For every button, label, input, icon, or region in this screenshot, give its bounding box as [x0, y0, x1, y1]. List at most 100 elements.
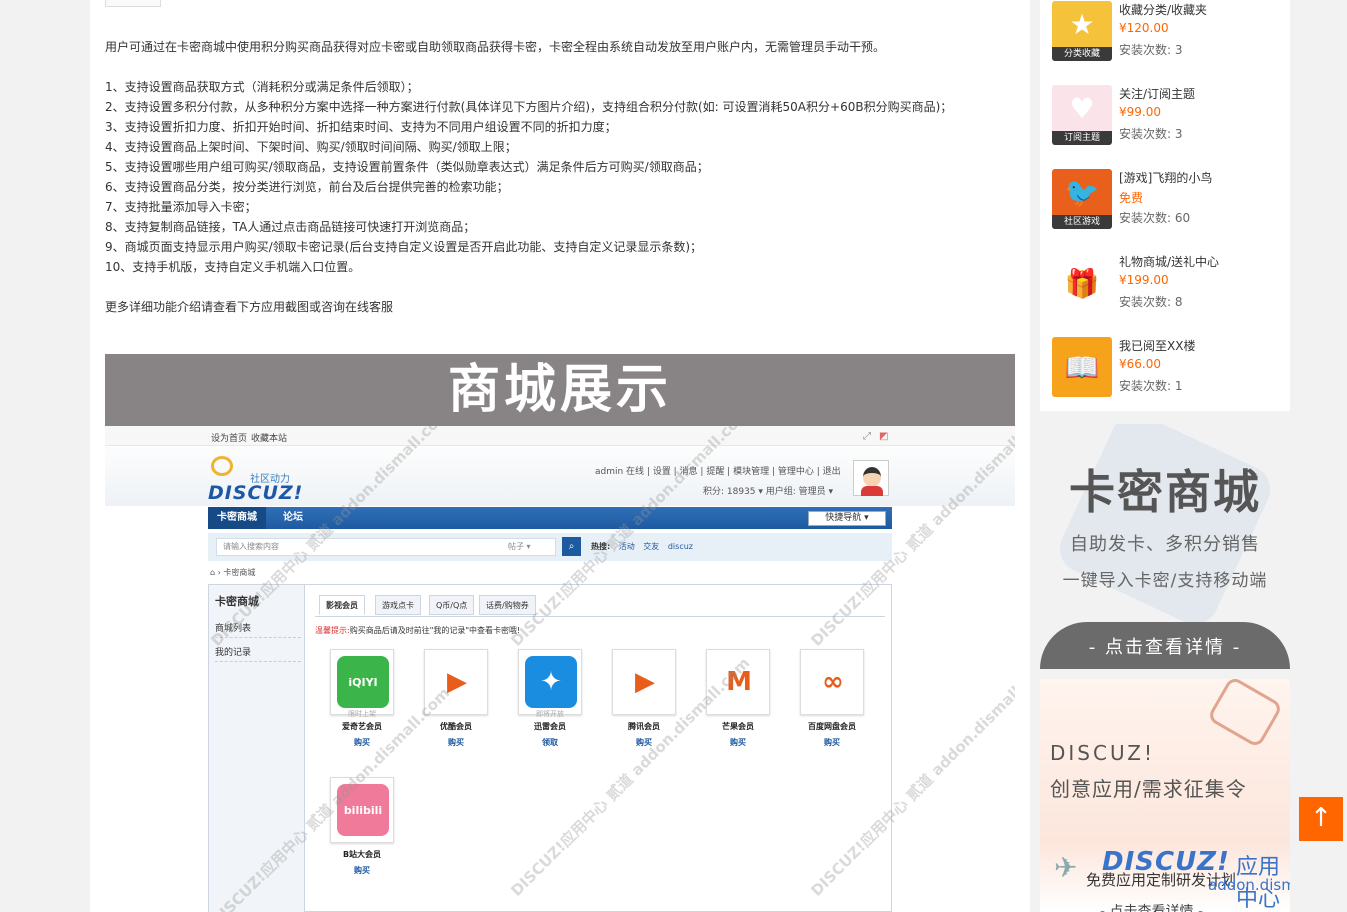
tab-video[interactable]: 影视会员	[319, 595, 365, 615]
feature-item: 7、支持批量添加导入卡密；	[105, 200, 257, 214]
nav-tab-shop[interactable]: 卡密商城	[208, 507, 266, 529]
ad-title: 卡密商城	[1069, 465, 1261, 519]
app-icon[interactable]: 🎁	[1052, 253, 1112, 313]
search-input[interactable]: 请输入搜索内容	[216, 538, 556, 556]
app-install-count: 安装次数: 8	[1119, 295, 1183, 309]
app-name[interactable]: 我已阅至XX楼	[1119, 337, 1195, 354]
app-install-count: 安装次数: 3	[1119, 43, 1183, 57]
expand-icon[interactable]: ⤢	[863, 431, 871, 442]
breadcrumb[interactable]: ⌂ › 卡密商城	[210, 567, 255, 578]
app-list-item[interactable]: 🎁 礼物商城/送礼中心 ¥199.00 安装次数: 8	[1052, 253, 1282, 315]
feature-item: 5、支持设置哪些用户组可购买/领取商品，支持设置前置条件（类似勋章表达式）满足条…	[105, 160, 709, 174]
user-bar[interactable]: admin 在线 | 设置 | 消息 | 提醒 | 模块管理 | 管理中心 | …	[595, 464, 841, 477]
shop-tip: 温馨提示:购买商品后请及时前往"我的记录"中查看卡密哦!	[315, 625, 520, 636]
app-glyph: 🐦	[1064, 175, 1100, 209]
product-icon[interactable]: ∞	[800, 649, 864, 715]
set-homepage-link[interactable]: 设为首页	[211, 431, 247, 444]
kami-shop-ad[interactable]: 卡密商城 自助发卡、多积分销售 一键导入卡密/支持移动端 - 点击查看详情 -	[1040, 424, 1290, 669]
app-name[interactable]: 关注/订阅主题	[1119, 85, 1195, 102]
product-name: 百度网盘会员	[808, 722, 856, 731]
shop-screenshot: 设为首页 收藏本站 ⤢ ◩ 社区动力 DISCUZ! admin 在线 | 设置…	[105, 426, 1015, 912]
ad-line2: 一键导入卡密/支持移动端	[1062, 571, 1268, 591]
product-action-link[interactable]: 购买	[327, 865, 397, 876]
ad-details-button[interactable]: - 点击查看详情 -	[1040, 622, 1290, 669]
app-icon[interactable]: 🐦 社区游戏	[1052, 169, 1112, 229]
feature-item: 6、支持设置商品分类，按分类进行浏览，前台及后台提供完善的检索功能；	[105, 180, 509, 194]
app-list-item[interactable]: ★ 分类收藏 收藏分类/收藏夹 ¥120.00 安装次数: 3	[1052, 1, 1282, 63]
discuz-logo[interactable]: 社区动力 DISCUZ!	[208, 452, 308, 504]
app-glyph: ♥	[1069, 91, 1095, 125]
tab-phone[interactable]: 话费/购物券	[479, 595, 536, 615]
app-name[interactable]: [游戏]飞翔的小鸟	[1119, 169, 1212, 186]
app-icon[interactable]: ♥ 订阅主题	[1052, 85, 1112, 145]
main-nav: 卡密商城 论坛 快捷导航 ▾	[208, 507, 892, 529]
discuz-ad[interactable]: DISCUZ! 创意应用/需求征集令 ✈ DISCUZ! 应用中心 免费应用定制…	[1040, 679, 1290, 912]
app-caption: 社区游戏	[1052, 215, 1112, 229]
search-button[interactable]: ⌕	[562, 537, 581, 556]
logo-word: DISCUZ!	[208, 482, 304, 504]
product-logo: iQIYI	[337, 656, 389, 708]
product-name: B站大会员	[342, 850, 382, 859]
tab-game[interactable]: 游戏点卡	[375, 595, 421, 615]
tab-qcoin[interactable]: Q币/Q点	[429, 595, 475, 615]
product-logo: ∞	[807, 656, 859, 708]
app-icon[interactable]: ★ 分类收藏	[1052, 1, 1112, 61]
tip-text: 购买商品后请及时前往"我的记录"中查看卡密哦!	[349, 626, 521, 635]
feature-item: 2、支持设置多积分付款，从多种积分方案中选择一种方案进行付款(具体详见下方图片介…	[105, 100, 953, 114]
product-icon[interactable]: iQIYI	[330, 649, 394, 715]
more-info-text: 更多详细功能介绍请查看下方应用截图或咨询在线客服	[105, 300, 394, 314]
feature-item: 4、支持设置商品上架时间、下架时间、购买/领取时间间隔、购买/领取上限；	[105, 140, 517, 154]
avatar[interactable]	[853, 460, 889, 496]
nav-tab-forum[interactable]: 论坛	[274, 507, 312, 529]
feature-item: 10、支持手机版，支持自定义手机端入口位置。	[105, 260, 361, 274]
screenshot-top-strip: 设为首页 收藏本站 ⤢ ◩	[105, 426, 1015, 446]
product-name: 爱奇艺会员	[342, 722, 382, 731]
intro-text: 用户可通过在卡密商城中使用积分购买商品获得对应卡密或自助领取商品获得卡密，卡密全…	[105, 40, 886, 54]
showcase-banner: 商城展示	[105, 354, 1015, 426]
product-note: 即将开放	[536, 710, 564, 718]
paper-plane-icon: ✈	[1054, 851, 1078, 884]
bookmark-link[interactable]: 收藏本站	[251, 431, 287, 444]
app-glyph: ★	[1069, 7, 1095, 41]
ad-more-button[interactable]: - 点击查看详情 -	[1100, 901, 1203, 912]
product-action-link[interactable]: 购买	[703, 737, 773, 748]
tip-label: 温馨提示:	[315, 626, 350, 635]
product-card[interactable]: ✦ 即将开放迅雷会员领取	[515, 649, 585, 759]
search-type-select[interactable]: 帖子 ▾	[508, 541, 531, 552]
ad-url: addon.dismall.com	[1208, 876, 1290, 894]
feature-item: 3、支持设置折扣力度、折扣开始时间、折扣结束时间、支持为不同用户组设置不同的折扣…	[105, 120, 617, 134]
product-logo: ▶	[619, 656, 671, 708]
sidebar-item-records[interactable]: 我的记录	[215, 645, 301, 662]
product-card[interactable]: ∞ 百度网盘会员购买	[797, 649, 867, 759]
feature-item: 1、支持设置商品获取方式（消耗积分或满足条件后领取）；	[105, 80, 419, 94]
product-name: 迅雷会员	[534, 722, 566, 731]
product-icon[interactable]: ✦	[518, 649, 582, 715]
hot-search-link[interactable]: discuz	[668, 542, 693, 551]
product-note: 限时上架	[348, 710, 376, 718]
top-tab-stub	[105, 0, 161, 7]
feature-item: 8、支持复制商品链接，TA人通过点击商品链接可快速打开浏览商品；	[105, 220, 476, 234]
app-install-count: 安装次数: 3	[1119, 127, 1183, 141]
back-to-top-button[interactable]: ↑	[1299, 797, 1343, 841]
style-icon[interactable]: ◩	[879, 431, 888, 442]
app-name[interactable]: 礼物商城/送礼中心	[1119, 253, 1219, 270]
product-action-link[interactable]: 购买	[421, 737, 491, 748]
app-list-item[interactable]: 📖 我已阅至XX楼 ¥66.00 安装次数: 1	[1052, 337, 1282, 399]
product-icon[interactable]: ▶	[612, 649, 676, 715]
app-name[interactable]: 收藏分类/收藏夹	[1119, 1, 1207, 18]
product-name: 优酷会员	[440, 722, 472, 731]
app-install-count: 安装次数: 1	[1119, 379, 1183, 393]
app-list-item[interactable]: ♥ 订阅主题 关注/订阅主题 ¥99.00 安装次数: 3	[1052, 85, 1282, 147]
quick-nav-button[interactable]: 快捷导航 ▾	[808, 511, 886, 526]
user-credits[interactable]: 积分: 18935 ▾ 用户组: 管理员 ▾	[703, 484, 833, 497]
app-icon[interactable]: 📖	[1052, 337, 1112, 397]
product-action-link[interactable]: 购买	[797, 737, 867, 748]
app-caption: 分类收藏	[1052, 47, 1112, 61]
app-list-item[interactable]: 🐦 社区游戏 [游戏]飞翔的小鸟 免费 安装次数: 60	[1052, 169, 1282, 231]
product-action-link[interactable]: 领取	[515, 737, 585, 748]
app-price: ¥99.00	[1119, 105, 1161, 119]
hot-search-link[interactable]: 交友	[643, 542, 659, 551]
feature-item: 9、商城页面支持显示用户购买/领取卡密记录(后台支持自定义设置是否开启此功能、支…	[105, 240, 703, 254]
app-caption: 订阅主题	[1052, 131, 1112, 145]
ad-discuz-line: 创意应用/需求征集令	[1050, 777, 1247, 801]
